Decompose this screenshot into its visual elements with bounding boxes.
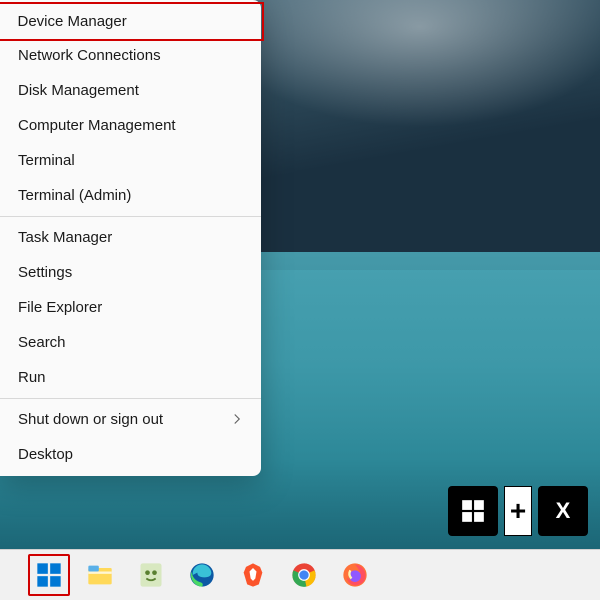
chevron-right-icon bbox=[231, 412, 243, 428]
menu-item-label: File Explorer bbox=[18, 299, 102, 316]
edge-icon bbox=[188, 561, 216, 589]
file-explorer-icon bbox=[86, 561, 114, 589]
taskbar-edge[interactable] bbox=[181, 554, 223, 596]
notepad-plus-icon bbox=[137, 561, 165, 589]
menu-search[interactable]: Search bbox=[0, 325, 261, 360]
taskbar bbox=[0, 549, 600, 600]
x-key: X bbox=[538, 486, 588, 536]
windows-start-icon bbox=[35, 561, 63, 589]
menu-terminal[interactable]: Terminal bbox=[0, 143, 261, 178]
firefox-icon bbox=[341, 561, 369, 589]
menu-separator bbox=[0, 398, 261, 399]
menu-desktop[interactable]: Desktop bbox=[0, 437, 261, 472]
brave-icon bbox=[239, 561, 267, 589]
menu-item-label: Run bbox=[18, 369, 46, 386]
menu-item-label: Desktop bbox=[18, 446, 73, 463]
menu-device-manager[interactable]: Device Manager bbox=[0, 2, 264, 41]
menu-run[interactable]: Run bbox=[0, 360, 261, 395]
menu-item-label: Device Manager bbox=[18, 13, 127, 30]
taskbar-firefox[interactable] bbox=[334, 554, 376, 596]
menu-separator bbox=[0, 216, 261, 217]
start-button[interactable] bbox=[28, 554, 70, 596]
taskbar-file-explorer[interactable] bbox=[79, 554, 121, 596]
menu-settings[interactable]: Settings bbox=[0, 255, 261, 290]
taskbar-notepad-plus[interactable] bbox=[130, 554, 172, 596]
winx-power-menu: Device Manager Network Connections Disk … bbox=[0, 0, 261, 476]
menu-item-label: Task Manager bbox=[18, 229, 112, 246]
plus-separator: + bbox=[504, 486, 532, 536]
menu-item-label: Network Connections bbox=[18, 47, 161, 64]
chrome-icon bbox=[290, 561, 318, 589]
menu-network-connections[interactable]: Network Connections bbox=[0, 38, 261, 73]
menu-item-label: Settings bbox=[18, 264, 72, 281]
menu-item-label: Terminal (Admin) bbox=[18, 187, 131, 204]
menu-item-label: Terminal bbox=[18, 152, 75, 169]
menu-item-label: Search bbox=[18, 334, 66, 351]
menu-item-label: Disk Management bbox=[18, 82, 139, 99]
menu-disk-management[interactable]: Disk Management bbox=[0, 73, 261, 108]
taskbar-chrome[interactable] bbox=[283, 554, 325, 596]
menu-item-label: Shut down or sign out bbox=[18, 411, 163, 428]
menu-computer-management[interactable]: Computer Management bbox=[0, 108, 261, 143]
menu-file-explorer[interactable]: File Explorer bbox=[0, 290, 261, 325]
windows-key-icon bbox=[448, 486, 498, 536]
taskbar-brave[interactable] bbox=[232, 554, 274, 596]
menu-item-label: Computer Management bbox=[18, 117, 176, 134]
menu-terminal-admin[interactable]: Terminal (Admin) bbox=[0, 178, 261, 213]
menu-task-manager[interactable]: Task Manager bbox=[0, 220, 261, 255]
menu-shutdown-signout[interactable]: Shut down or sign out bbox=[0, 402, 261, 437]
keyboard-shortcut-hint: + X bbox=[448, 486, 588, 536]
